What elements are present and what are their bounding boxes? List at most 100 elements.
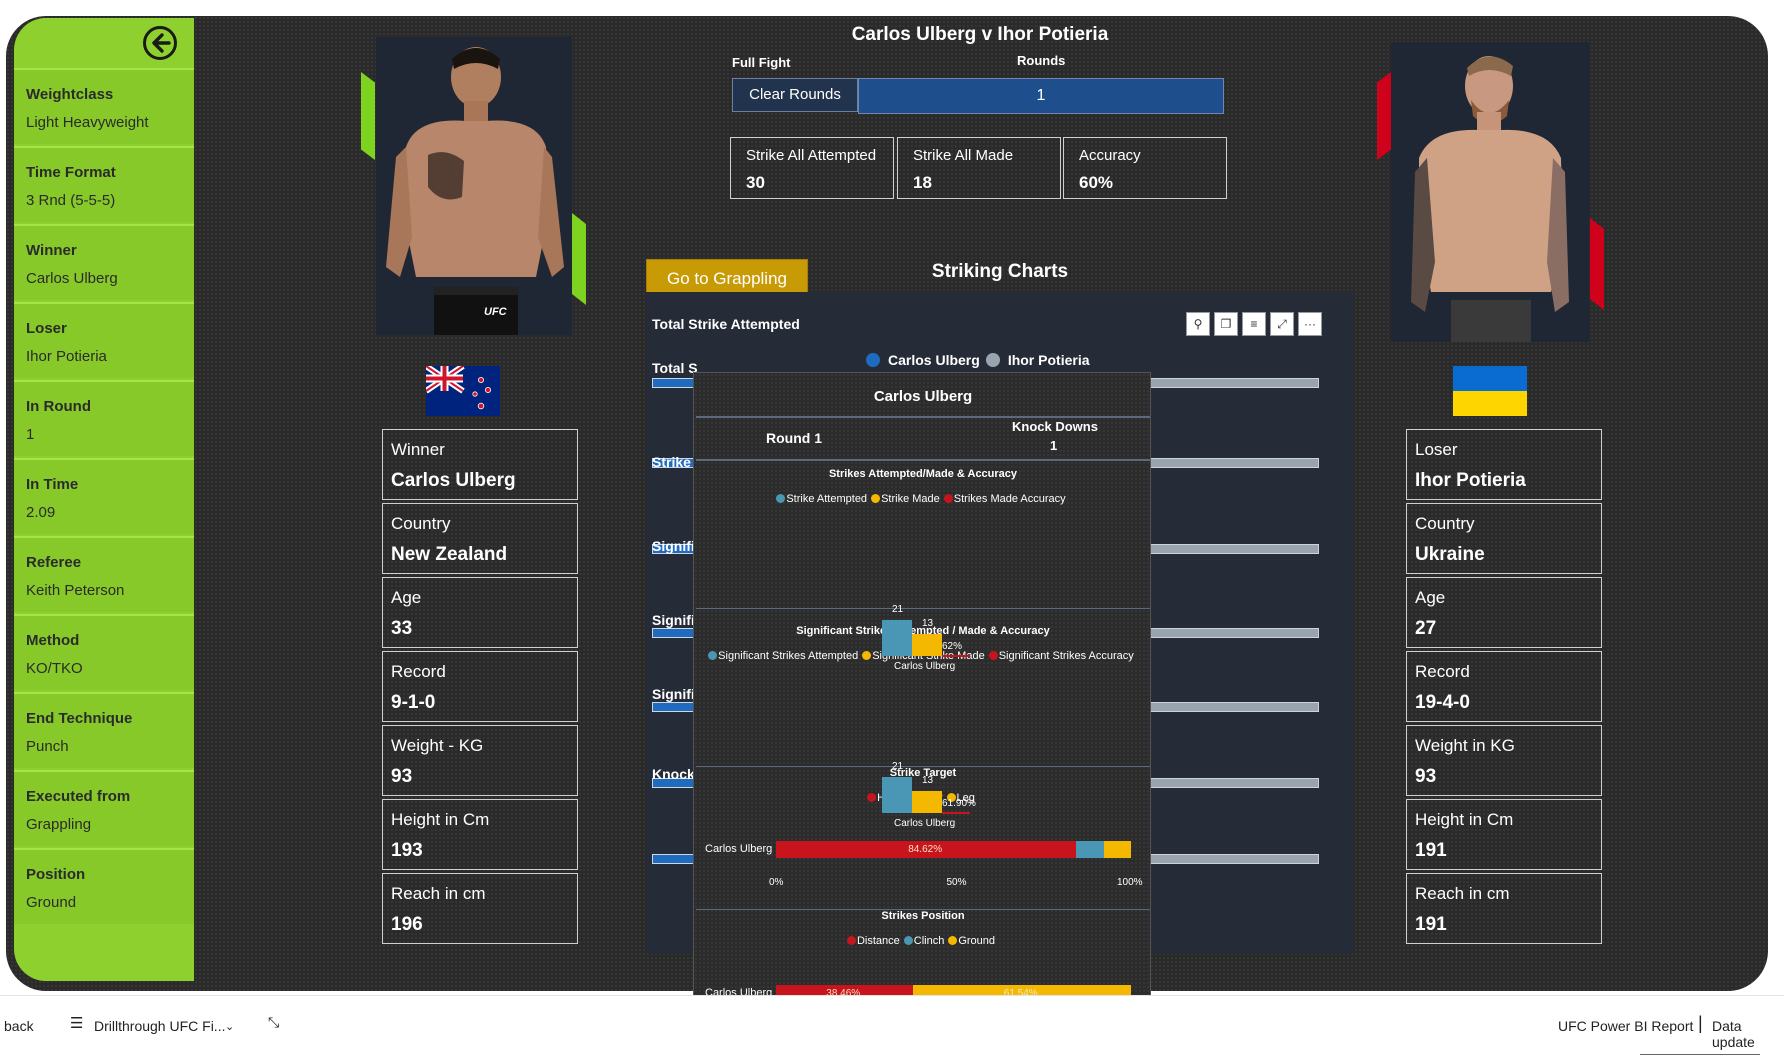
attempted-bar[interactable] xyxy=(882,620,912,656)
fighter-stat-card: Country Ukraine xyxy=(1406,503,1602,574)
copy-icon[interactable]: ❐ xyxy=(1214,312,1238,336)
sidebar-item-title: Weightclass xyxy=(26,86,114,103)
legend-dot-potieria xyxy=(985,353,1000,367)
stat-value: Carlos Ulberg xyxy=(391,470,516,491)
legend-dot xyxy=(948,936,958,945)
tooltip-section-legend: Strike Attempted Strike Made Strikes Made … xyxy=(694,493,1152,505)
axis-tick-label: 0% xyxy=(769,877,784,888)
focus-icon[interactable]: ⤢ xyxy=(1270,312,1294,336)
potieria-bar[interactable] xyxy=(1146,458,1319,468)
sidebar-item-title: Loser xyxy=(26,320,67,337)
panel-row-label: Knock xyxy=(652,766,695,782)
stat-label: Weight - KG xyxy=(391,736,484,755)
page-tab[interactable]: Drillthrough UFC Fi... xyxy=(94,1018,225,1034)
chevron-down-icon[interactable]: ⌄ xyxy=(225,1020,234,1033)
sidebar-item-value: KO/TKO xyxy=(26,660,83,677)
sidebar-item: Method KO/TKO xyxy=(14,614,194,690)
kpi-card: Strike All Attempted 30 xyxy=(730,137,894,199)
made-bar[interactable] xyxy=(912,790,942,813)
legend-label: Ground xyxy=(958,935,996,947)
stat-value: 191 xyxy=(1415,914,1447,935)
legend-label: Strikes Made Accuracy xyxy=(953,493,1066,505)
panel-title: Total Strike Attempted xyxy=(652,316,800,332)
tooltip-knockdowns-label: Knock Downs xyxy=(1012,419,1098,434)
ulberg-bar[interactable] xyxy=(652,702,696,712)
sidebar-item-title: In Time xyxy=(26,476,79,493)
ulberg-bar[interactable] xyxy=(652,378,696,388)
right-accent-top xyxy=(1377,72,1391,160)
sidebar-item-value: 3 Rnd (5-5-5) xyxy=(26,192,116,209)
stat-value: New Zealand xyxy=(391,544,508,565)
attempted-bar[interactable] xyxy=(882,777,912,813)
new-zealand-flag-icon xyxy=(426,366,500,416)
data-update-label: Data update xyxy=(1712,1018,1755,1050)
ulberg-bar[interactable] xyxy=(652,628,696,638)
potieria-bar[interactable] xyxy=(1146,778,1319,788)
sidebar-item-title: Time Format xyxy=(26,164,116,181)
sidebar-item-value: Ihor Potieria xyxy=(26,348,107,365)
potieria-bar[interactable] xyxy=(1146,854,1319,864)
accuracy-line[interactable] xyxy=(942,655,970,657)
fighter-stat-card: Weight in KG 93 xyxy=(1406,725,1602,796)
made-value-label: 13 xyxy=(922,774,934,786)
legend-label: Distance xyxy=(856,935,900,947)
potieria-bar[interactable] xyxy=(1146,544,1319,554)
clear-rounds-button[interactable]: Clear Rounds xyxy=(732,78,858,112)
match-title: Carlos Ulberg v Ihor Potieria xyxy=(851,24,1109,45)
stat-label: Country xyxy=(391,514,451,533)
accuracy-line[interactable] xyxy=(942,812,970,814)
legend-dot xyxy=(988,651,998,660)
powerbi-app: Weightclass Light Heavyweight Time Format 3… xyxy=(0,0,1784,1059)
fighter-stat-card: Country New Zealand xyxy=(382,503,578,574)
sidebar-item: Weightclass Light Heavyweight xyxy=(14,68,194,144)
report-canvas: Weightclass Light Heavyweight Time Format 3… xyxy=(0,0,1784,1059)
report-name: UFC Power BI Report xyxy=(1558,1018,1694,1034)
filter-icon[interactable]: ≡ xyxy=(1242,312,1266,336)
legend-dot xyxy=(708,651,718,660)
accuracy-value-label: 61.90% xyxy=(942,798,976,809)
fighter-stat-card: Height in Cm 191 xyxy=(1406,799,1602,870)
pin-icon[interactable]: ⚲ xyxy=(1186,312,1210,336)
potieria-bar[interactable] xyxy=(1146,702,1319,712)
stacked-segment[interactable] xyxy=(1103,841,1131,858)
ulberg-bar[interactable] xyxy=(652,854,696,864)
status-separator: | xyxy=(1698,1013,1703,1033)
collapse-icon[interactable]: ⤡ xyxy=(268,1014,279,1031)
back-button[interactable]: back xyxy=(4,1018,34,1034)
kpi-card: Strike All Made 18 xyxy=(897,137,1061,199)
tooltip-divider xyxy=(696,459,1150,461)
fighter-stat-card: Record 9-1-0 xyxy=(382,651,578,722)
round-slicer-1[interactable]: 1 xyxy=(858,78,1224,114)
made-value-label: 13 xyxy=(922,617,934,629)
page-tab-icon: ☰ xyxy=(70,1015,84,1032)
zoom-slider[interactable] xyxy=(1640,1054,1760,1055)
sidebar-item-value: Ground xyxy=(26,894,77,911)
visual-header-toolbar: ⚲ ❐ ≡ ⤢ ··· xyxy=(1186,312,1322,336)
kpi-label: Strike All Attempted xyxy=(746,147,877,164)
sidebar-item-title: Position xyxy=(26,866,86,883)
sidebar-item: Winner Carlos Ulberg xyxy=(14,224,194,300)
left-accent-bottom xyxy=(572,213,586,305)
fighter-stat-card: Reach in cm 191 xyxy=(1406,873,1602,944)
stacked-segment[interactable] xyxy=(1076,841,1104,858)
stat-label: Weight in KG xyxy=(1415,736,1515,755)
made-bar[interactable] xyxy=(912,633,942,656)
attempted-value-label: 21 xyxy=(892,761,904,772)
sidebar-item-title: Referee xyxy=(26,554,82,571)
tooltip-knockdowns-value: 1 xyxy=(1050,438,1058,453)
full-fight-label: Full Fight xyxy=(732,55,791,70)
stat-label: Height in Cm xyxy=(391,810,490,829)
kpi-value: 18 xyxy=(913,173,932,192)
more-icon[interactable]: ··· xyxy=(1298,312,1322,336)
kpi-value: 30 xyxy=(746,173,765,192)
potieria-bar[interactable] xyxy=(1146,378,1319,388)
stat-value: Ihor Potieria xyxy=(1415,470,1526,491)
stat-value: Ukraine xyxy=(1415,544,1485,565)
potieria-bar[interactable] xyxy=(1146,628,1319,638)
back-arrow-icon[interactable] xyxy=(142,25,178,61)
sidebar-item-value: Carlos Ulberg xyxy=(26,270,118,287)
tooltip-divider xyxy=(696,416,1150,418)
panel-row-label: Signifi xyxy=(652,612,695,628)
fight-details-sidebar: Weightclass Light Heavyweight Time Format 3… xyxy=(14,18,194,981)
sidebar-item-value: Light Heavyweight xyxy=(26,114,149,131)
